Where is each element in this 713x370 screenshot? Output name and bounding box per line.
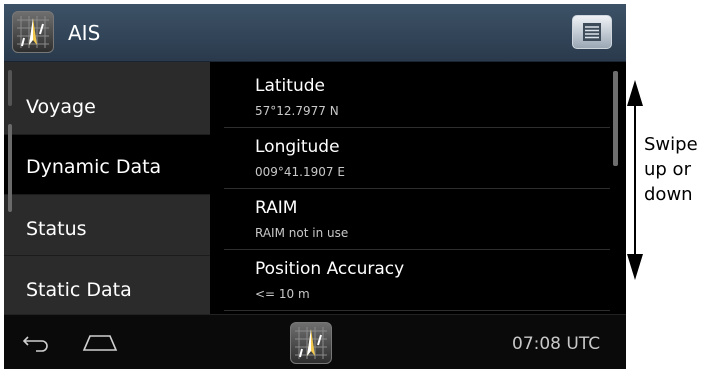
- list-item-raim[interactable]: RAIM RAIM not in use: [224, 188, 610, 250]
- radar-compass-icon[interactable]: [290, 322, 332, 364]
- back-icon[interactable]: [22, 333, 52, 357]
- list-item-label: Position Accuracy: [255, 259, 405, 279]
- menu-list-icon[interactable]: [572, 15, 612, 49]
- navigation-bar: 07:08 UTC: [4, 314, 626, 369]
- sidebar-item-label: Voyage: [26, 96, 96, 118]
- page-title: AIS: [68, 21, 101, 45]
- list-item-label: RAIM: [255, 198, 298, 218]
- device-screen: AIS Voyage Dynamic Data Status Static Da…: [4, 4, 626, 369]
- sidebar-scrollbar[interactable]: [8, 124, 12, 212]
- sidebar-item-voyage[interactable]: Voyage: [4, 75, 210, 135]
- list-item-value: 009°41.1907 E: [255, 165, 345, 179]
- list-item-latitude[interactable]: Latitude 57°12.7977 N: [224, 66, 610, 128]
- sidebar-item-status[interactable]: Status: [4, 196, 210, 256]
- detail-list: Latitude 57°12.7977 N Longitude 009°41.1…: [210, 62, 626, 314]
- sidebar-item-static-data[interactable]: Static Data: [4, 258, 210, 314]
- sidebar-item-label: Dynamic Data: [26, 156, 162, 178]
- list-item-longitude[interactable]: Longitude 009°41.1907 E: [224, 127, 610, 189]
- sidebar-item-label: Static Data: [26, 279, 132, 301]
- list-item-value: <= 10 m: [255, 287, 310, 301]
- sidebar-scrollbar-top[interactable]: [8, 70, 12, 106]
- double-arrow-vertical-icon: [627, 80, 643, 280]
- title-bar: AIS: [4, 4, 626, 62]
- sidebar-item-dynamic-data[interactable]: Dynamic Data: [4, 135, 210, 195]
- swipe-annotation: Swipe up or down: [626, 80, 713, 280]
- swipe-hint-text: Swipe up or down: [644, 134, 698, 205]
- status-clock: 07:08 UTC: [512, 334, 601, 354]
- list-item-value: 57°12.7977 N: [255, 104, 339, 118]
- content-scrollbar[interactable]: [613, 71, 618, 166]
- list-item-position-accuracy[interactable]: Position Accuracy <= 10 m: [224, 249, 610, 311]
- sidebar-item-label: Status: [26, 218, 87, 240]
- home-icon[interactable]: [82, 333, 118, 357]
- list-item-label: Latitude: [255, 76, 325, 96]
- sidebar: Voyage Dynamic Data Status Static Data: [4, 62, 210, 314]
- list-item-label: Longitude: [255, 137, 340, 157]
- list-item-value: RAIM not in use: [255, 226, 349, 240]
- radar-compass-icon[interactable]: [12, 11, 54, 53]
